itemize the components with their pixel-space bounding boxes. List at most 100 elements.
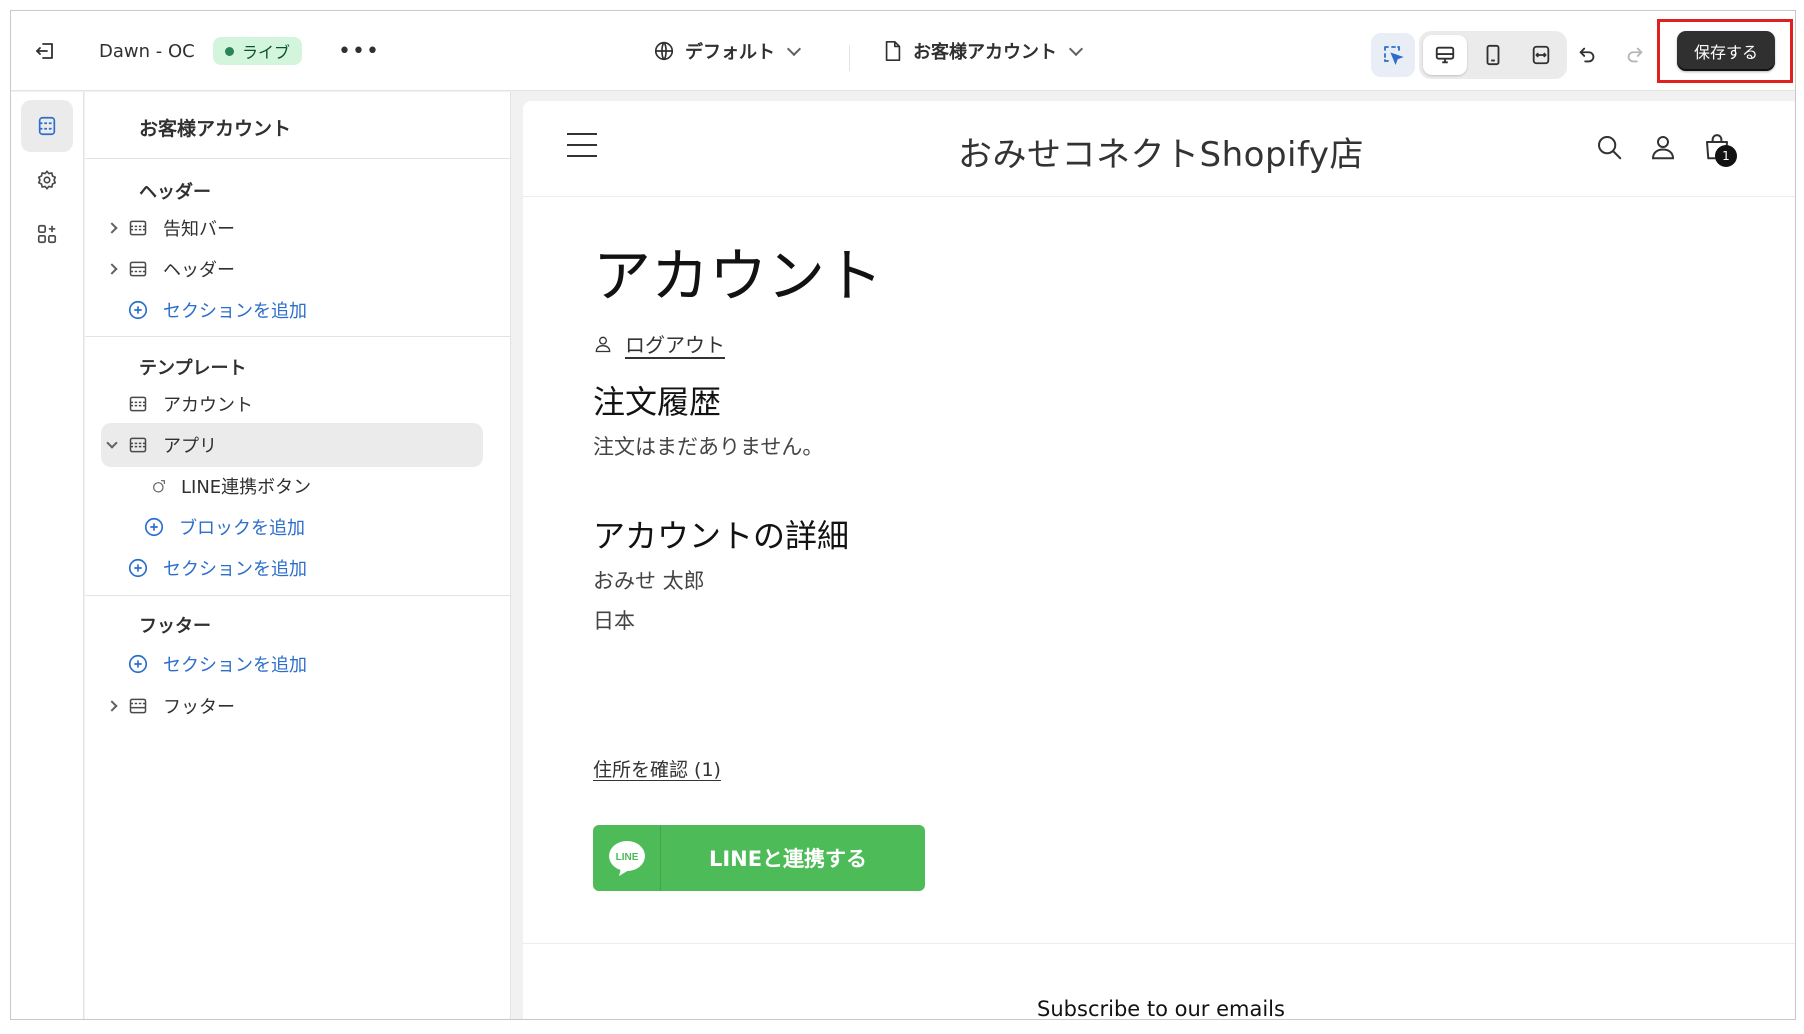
newsletter-heading: Subscribe to our emails bbox=[1037, 997, 1285, 1020]
view-addresses-link[interactable]: 住所を確認 (1) bbox=[593, 755, 721, 782]
sidebar-item-label: アプリ bbox=[163, 436, 217, 457]
sections-tab-button[interactable] bbox=[21, 100, 73, 152]
sidebar-item-label: アカウント bbox=[163, 395, 253, 416]
add-section-label: セクションを追加 bbox=[163, 655, 307, 676]
chevron-down-icon bbox=[1068, 41, 1084, 56]
footer-divider bbox=[523, 943, 1795, 944]
plus-circle-icon bbox=[123, 299, 153, 321]
customer-name: おみせ 太郎 bbox=[593, 569, 705, 593]
account-details-title: アカウントの詳細 bbox=[593, 517, 850, 555]
footer-section-icon bbox=[123, 696, 153, 716]
logout-link[interactable]: ログアウト bbox=[593, 329, 725, 358]
add-block-label: ブロックを追加 bbox=[179, 518, 305, 539]
sidebar-item-label: ヘッダー bbox=[163, 260, 235, 281]
line-connect-button[interactable]: LINE LINEと連携する bbox=[593, 825, 925, 891]
footer-group-heading: フッター bbox=[139, 616, 211, 637]
add-section-label: セクションを追加 bbox=[163, 559, 307, 580]
section-icon bbox=[123, 435, 153, 455]
page-selector-label: お客様アカウント bbox=[913, 42, 1057, 63]
editor-window: Dawn - OC ライブ ••• デフォルト お客様アカウント 保存する お客… bbox=[10, 10, 1796, 1020]
sidebar-item-account[interactable]: アカウント bbox=[101, 382, 483, 426]
undo-button[interactable] bbox=[1567, 35, 1607, 75]
search-button[interactable] bbox=[1589, 127, 1629, 167]
account-button[interactable] bbox=[1643, 127, 1683, 167]
apps-icon bbox=[37, 224, 57, 244]
search-icon bbox=[1598, 136, 1622, 160]
app-embeds-tab-button[interactable] bbox=[21, 208, 73, 260]
live-dot-icon bbox=[225, 46, 234, 56]
page-selector[interactable]: お客様アカウント bbox=[883, 33, 1084, 69]
topbar-divider bbox=[849, 45, 850, 71]
cart-button[interactable]: 1 bbox=[1697, 127, 1737, 167]
desktop-view-button[interactable] bbox=[1423, 35, 1467, 75]
inspector-toggle-button[interactable] bbox=[1371, 33, 1415, 77]
storefront-preview: おみせコネクトShopify店 1 アカウント ログアウト 注文履歴 注文はまだ… bbox=[523, 101, 1795, 1020]
add-section-label: セクションを追加 bbox=[163, 301, 307, 322]
app-block-icon bbox=[147, 478, 171, 494]
live-badge-label: ライブ bbox=[242, 43, 291, 62]
sidebar-divider bbox=[85, 158, 510, 159]
sidebar-item-apps[interactable]: アプリ bbox=[101, 423, 483, 467]
add-section-button-template[interactable]: セクションを追加 bbox=[101, 546, 483, 590]
sidebar-divider bbox=[85, 595, 510, 596]
sections-sidebar: お客様アカウント ヘッダー 告知バー ヘッダー セクションを追加 テンプレート … bbox=[85, 92, 511, 1019]
save-button[interactable]: 保存する bbox=[1677, 31, 1775, 71]
template-group-heading: テンプレート bbox=[139, 358, 247, 379]
locale-selector[interactable]: デフォルト bbox=[653, 33, 802, 69]
plus-circle-icon bbox=[123, 557, 153, 579]
live-badge: ライブ bbox=[213, 37, 303, 65]
add-block-button[interactable]: ブロックを追加 bbox=[101, 505, 483, 549]
block-item-label: LINE連携ボタン bbox=[181, 477, 312, 498]
theme-settings-tab-button[interactable] bbox=[21, 154, 73, 206]
sidebar-divider bbox=[85, 336, 510, 337]
line-logo-text: LINE bbox=[615, 852, 638, 863]
globe-icon bbox=[654, 41, 674, 61]
page-icon bbox=[885, 41, 901, 61]
undo-icon bbox=[1579, 47, 1595, 63]
exit-button[interactable] bbox=[27, 33, 63, 69]
line-logo-icon: LINE bbox=[593, 825, 661, 891]
sidebar-item-header[interactable]: ヘッダー bbox=[101, 247, 483, 291]
more-actions-button[interactable]: ••• bbox=[338, 33, 380, 69]
inspector-icon bbox=[1384, 46, 1404, 65]
fullscreen-icon bbox=[1532, 45, 1550, 65]
order-history-empty: 注文はまだありません。 bbox=[593, 435, 824, 459]
block-item-line-button[interactable]: LINE連携ボタン bbox=[101, 464, 483, 508]
fullwidth-view-button[interactable] bbox=[1519, 35, 1563, 75]
chevron-right-icon[interactable] bbox=[101, 700, 123, 712]
plus-circle-icon bbox=[139, 516, 169, 538]
store-header: おみせコネクトShopify店 1 bbox=[523, 101, 1795, 197]
customer-country: 日本 bbox=[593, 609, 635, 633]
exit-icon bbox=[36, 43, 53, 59]
theme-name: Dawn - OC bbox=[99, 40, 195, 62]
add-section-button-footer[interactable]: セクションを追加 bbox=[101, 642, 483, 686]
mobile-view-button[interactable] bbox=[1471, 35, 1515, 75]
chevron-down-icon bbox=[786, 41, 802, 56]
top-bar: Dawn - OC ライブ ••• デフォルト お客様アカウント 保存する bbox=[11, 11, 1795, 91]
mobile-icon bbox=[1486, 44, 1500, 66]
order-history-title: 注文履歴 bbox=[593, 383, 722, 421]
add-section-button-header[interactable]: セクションを追加 bbox=[101, 288, 483, 332]
account-page-title: アカウント bbox=[593, 242, 884, 310]
plus-circle-icon bbox=[123, 653, 153, 675]
device-preview-toggle bbox=[1419, 31, 1567, 79]
redo-icon bbox=[1627, 47, 1643, 63]
user-icon bbox=[1651, 136, 1675, 160]
section-icon bbox=[123, 394, 153, 414]
chevron-right-icon[interactable] bbox=[101, 222, 123, 234]
section-icon bbox=[123, 218, 153, 238]
line-connect-label: LINEと連携する bbox=[708, 847, 868, 871]
chevron-down-icon[interactable] bbox=[101, 437, 123, 449]
sidebar-item-label: 告知バー bbox=[163, 219, 235, 240]
chevron-right-icon[interactable] bbox=[101, 263, 123, 275]
more-icon: ••• bbox=[338, 38, 380, 64]
locale-selector-label: デフォルト bbox=[685, 42, 775, 63]
sidebar-title: お客様アカウント bbox=[139, 118, 292, 140]
sidebar-item-announcement-bar[interactable]: 告知バー bbox=[101, 206, 483, 250]
editor-rail bbox=[11, 92, 84, 1019]
header-group-heading: ヘッダー bbox=[139, 182, 211, 203]
sections-icon bbox=[38, 116, 56, 136]
redo-button[interactable] bbox=[1615, 35, 1655, 75]
header-section-icon bbox=[123, 259, 153, 279]
sidebar-item-footer[interactable]: フッター bbox=[101, 684, 483, 728]
